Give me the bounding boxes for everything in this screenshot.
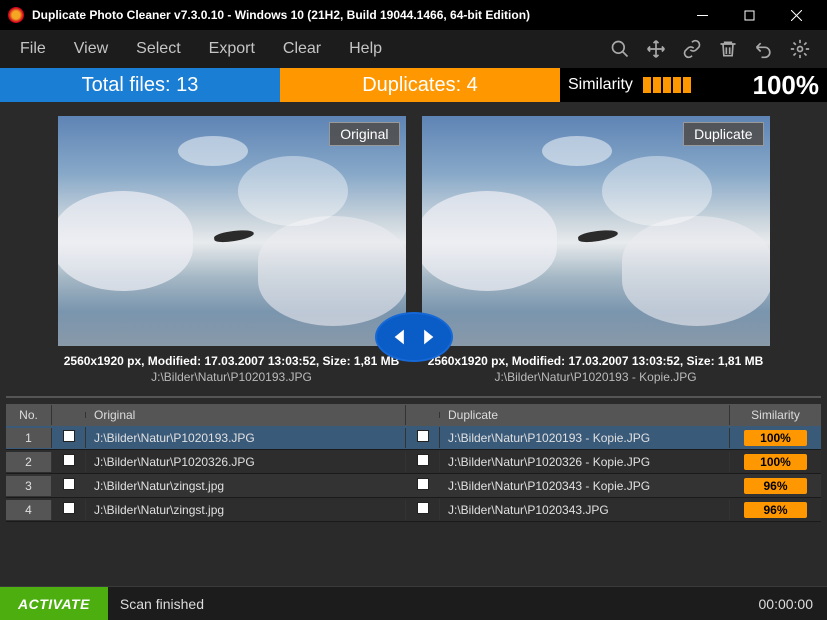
activate-button[interactable]: ACTIVATE [0, 587, 108, 620]
orig-checkbox[interactable] [52, 475, 86, 496]
status-text: Scan finished [108, 596, 204, 612]
titlebar: Duplicate Photo Cleaner v7.3.0.10 - Wind… [0, 0, 827, 30]
original-image[interactable]: Original [58, 116, 406, 346]
row-similarity: 100% [730, 451, 821, 473]
col-original[interactable]: Original [86, 405, 406, 425]
orig-path: J:\Bilder\Natur\zingst.jpg [86, 476, 406, 496]
swap-button[interactable] [375, 312, 453, 362]
gear-icon[interactable] [789, 38, 811, 60]
menu-file[interactable]: File [6, 34, 60, 64]
row-no: 4 [6, 500, 52, 520]
window-controls [680, 0, 819, 30]
window-title: Duplicate Photo Cleaner v7.3.0.10 - Wind… [32, 8, 680, 22]
menu-select[interactable]: Select [122, 34, 194, 64]
arrow-right-icon [415, 326, 437, 348]
stat-duplicates: Duplicates: 4 [280, 68, 560, 102]
dup-path: J:\Bilder\Natur\P1020343.JPG [440, 500, 730, 520]
divider [6, 396, 821, 398]
original-path: J:\Bilder\Natur\P1020193.JPG [151, 370, 312, 384]
row-no: 3 [6, 476, 52, 496]
menubar: File View Select Export Clear Help [0, 30, 827, 68]
col-check-dup[interactable] [406, 412, 440, 418]
duplicate-path: J:\Bilder\Natur\P1020193 - Kopie.JPG [494, 370, 696, 384]
stat-similarity: Similarity 100% [560, 68, 827, 102]
row-no: 2 [6, 452, 52, 472]
undo-icon[interactable] [753, 38, 775, 60]
app-icon [8, 7, 24, 23]
dup-path: J:\Bilder\Natur\P1020326 - Kopie.JPG [440, 452, 730, 472]
footer: ACTIVATE Scan finished 00:00:00 [0, 586, 827, 620]
table-row[interactable]: 4 J:\Bilder\Natur\zingst.jpg J:\Bilder\Nat… [6, 498, 821, 522]
dup-checkbox[interactable] [406, 427, 440, 448]
close-button[interactable] [774, 0, 819, 30]
table-row[interactable]: 3 J:\Bilder\Natur\zingst.jpg J:\Bilder\Nat… [6, 474, 821, 498]
results-grid: No. Original Duplicate Similarity 1 J:\Bi… [6, 404, 821, 522]
minimize-button[interactable] [680, 0, 725, 30]
similarity-bars-icon [643, 77, 691, 93]
timer: 00:00:00 [759, 596, 827, 612]
row-similarity: 100% [730, 427, 821, 449]
dup-path: J:\Bilder\Natur\P1020193 - Kopie.JPG [440, 428, 730, 448]
col-similarity[interactable]: Similarity [730, 405, 821, 425]
trash-icon[interactable] [717, 38, 739, 60]
orig-checkbox[interactable] [52, 499, 86, 520]
orig-path: J:\Bilder\Natur\zingst.jpg [86, 500, 406, 520]
col-duplicate[interactable]: Duplicate [440, 405, 730, 425]
dup-checkbox[interactable] [406, 451, 440, 472]
duplicate-meta: 2560x1920 px, Modified: 17.03.2007 13:03… [428, 354, 764, 368]
similarity-label: Similarity [568, 76, 633, 94]
menu-help[interactable]: Help [335, 34, 396, 64]
move-icon[interactable] [645, 38, 667, 60]
orig-path: J:\Bilder\Natur\P1020326.JPG [86, 452, 406, 472]
link-icon[interactable] [681, 38, 703, 60]
search-icon[interactable] [609, 38, 631, 60]
original-card: Original 2560x1920 px, Modified: 17.03.2… [58, 116, 406, 384]
similarity-value: 100% [753, 70, 820, 101]
dup-checkbox[interactable] [406, 499, 440, 520]
row-no: 1 [6, 428, 52, 448]
table-row[interactable]: 2 J:\Bilder\Natur\P1020326.JPG J:\Bilder\N… [6, 450, 821, 474]
duplicate-card: Duplicate 2560x1920 px, Modified: 17.03.… [422, 116, 770, 384]
orig-checkbox[interactable] [52, 451, 86, 472]
row-similarity: 96% [730, 475, 821, 497]
stats-bar: Total files: 13 Duplicates: 4 Similarity… [0, 68, 827, 102]
dup-checkbox[interactable] [406, 475, 440, 496]
dup-path: J:\Bilder\Natur\P1020343 - Kopie.JPG [440, 476, 730, 496]
col-no[interactable]: No. [6, 405, 52, 425]
stat-total-files: Total files: 13 [0, 68, 280, 102]
compare-panel: Original 2560x1920 px, Modified: 17.03.2… [0, 102, 827, 394]
menu-view[interactable]: View [60, 34, 122, 64]
col-check-orig[interactable] [52, 412, 86, 418]
menu-export[interactable]: Export [195, 34, 269, 64]
orig-checkbox[interactable] [52, 427, 86, 448]
orig-path: J:\Bilder\Natur\P1020193.JPG [86, 428, 406, 448]
table-row[interactable]: 1 J:\Bilder\Natur\P1020193.JPG J:\Bilder\N… [6, 426, 821, 450]
menu-clear[interactable]: Clear [269, 34, 335, 64]
arrow-left-icon [391, 326, 413, 348]
maximize-button[interactable] [727, 0, 772, 30]
original-badge: Original [329, 122, 399, 146]
duplicate-badge: Duplicate [683, 122, 763, 146]
row-similarity: 96% [730, 499, 821, 521]
grid-header: No. Original Duplicate Similarity [6, 404, 821, 426]
duplicate-image[interactable]: Duplicate [422, 116, 770, 346]
original-meta: 2560x1920 px, Modified: 17.03.2007 13:03… [64, 354, 400, 368]
